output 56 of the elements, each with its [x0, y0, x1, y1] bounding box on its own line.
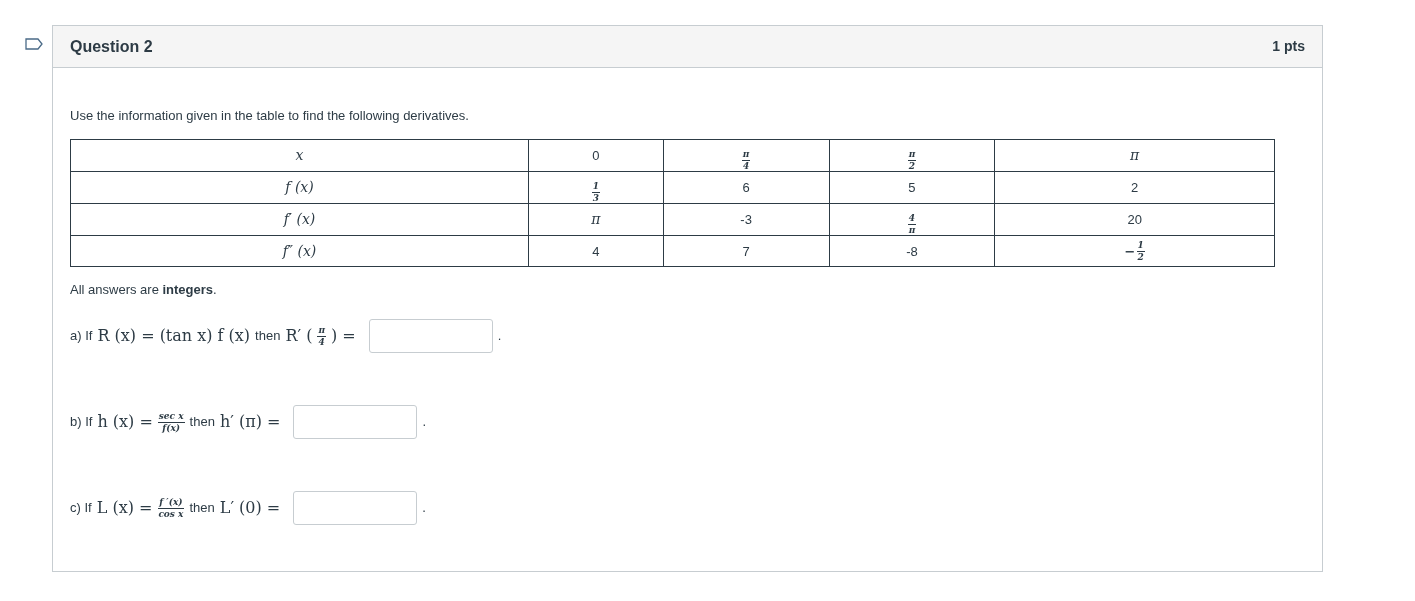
math-expression: R (x) = (tan x) f (x)	[97, 325, 251, 347]
fraction-numerator: f ′(x)	[158, 497, 184, 509]
cell-value: -3	[740, 212, 752, 227]
cell-value: 5	[908, 180, 916, 195]
math-expression: π	[1130, 147, 1140, 163]
math-expression: L (x) =	[96, 497, 153, 519]
cell-value: 0	[592, 148, 600, 163]
answer-field[interactable]	[293, 405, 418, 439]
cell-value: 4	[592, 243, 600, 259]
answer-field[interactable]	[293, 491, 418, 525]
fraction-numerator: sec x	[157, 411, 185, 423]
math-expression: f (x)	[285, 179, 314, 195]
answer-field[interactable]	[368, 319, 493, 353]
fraction-numerator: 1	[1136, 240, 1145, 252]
flag-icon[interactable]	[25, 38, 43, 50]
fraction-denominator: 4	[317, 336, 326, 347]
math-expression: h′ (π) =	[219, 411, 281, 433]
instruction-text: Use the information given in the table to find the following derivatives.	[70, 107, 470, 125]
fraction-numerator: π	[317, 325, 326, 337]
fraction-denominator: cos x	[157, 508, 185, 519]
question-text: .	[422, 499, 426, 518]
fraction-denominator: 4	[741, 160, 751, 171]
math-expression: π	[591, 211, 601, 227]
question-text: .	[497, 327, 502, 346]
cell-value: 2	[1131, 180, 1139, 195]
fraction-denominator: f(x)	[161, 422, 182, 433]
fraction-denominator: 2	[1136, 251, 1145, 262]
fraction-numerator: 4	[907, 213, 917, 225]
question-title: Question 2	[70, 36, 153, 57]
fraction-denominator: 3	[591, 192, 600, 203]
question-text: then	[189, 499, 215, 518]
question-text: a) If	[70, 327, 93, 346]
fraction-numerator: π	[741, 149, 751, 161]
math-expression: ) =	[331, 325, 356, 347]
question-text: then	[189, 413, 215, 432]
fraction-denominator: 2	[907, 160, 917, 171]
question-text: b) If	[70, 413, 93, 432]
points-label: 1 pts	[1272, 37, 1305, 56]
math-expression: h (x) =	[97, 411, 153, 433]
cell-value: 20	[1127, 212, 1142, 227]
fraction-numerator: 1	[591, 181, 600, 193]
math-expression: L′ (0) =	[219, 497, 281, 519]
minus-sign: −	[1124, 242, 1136, 261]
cell-value: 6	[742, 180, 750, 195]
math-expression: R′ (	[285, 325, 313, 347]
math-expression: f″ (x)	[282, 242, 317, 259]
question-text: c) If	[70, 499, 92, 518]
question-text: .	[422, 413, 427, 432]
fraction-denominator: π	[907, 224, 917, 235]
math-expression: x	[295, 147, 304, 163]
question-text: then	[255, 327, 281, 346]
cell-value: 7	[742, 243, 750, 259]
cell-value: -8	[906, 243, 918, 259]
note-text: All answers are integers.	[70, 280, 218, 299]
math-expression: f′ (x)	[283, 211, 316, 227]
fraction-numerator: π	[907, 149, 917, 161]
